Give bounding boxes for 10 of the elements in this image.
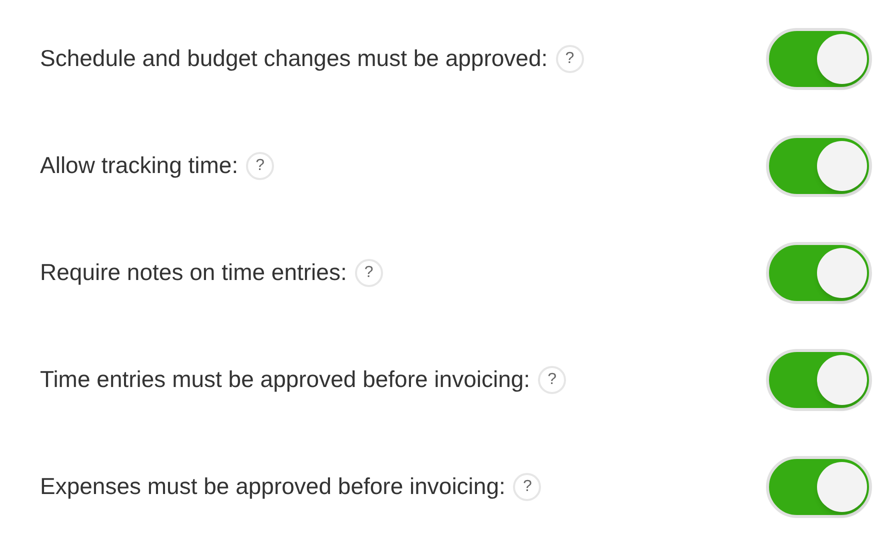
setting-label: Schedule and budget changes must be approved: (40, 44, 548, 74)
help-icon[interactable]: ? (538, 366, 566, 394)
setting-label: Allow tracking time: (40, 151, 238, 180)
help-icon[interactable]: ? (354, 258, 383, 286)
help-icon[interactable]: ? (556, 44, 584, 72)
help-icon[interactable]: ? (246, 152, 274, 180)
help-icon[interactable]: ? (513, 472, 542, 500)
setting-label: Expenses must be approved before invoicing: (40, 472, 506, 502)
setting-label: Time entries must be approved before invoicing: (40, 365, 530, 394)
setting-label: Require notes on time entries: (40, 258, 347, 288)
